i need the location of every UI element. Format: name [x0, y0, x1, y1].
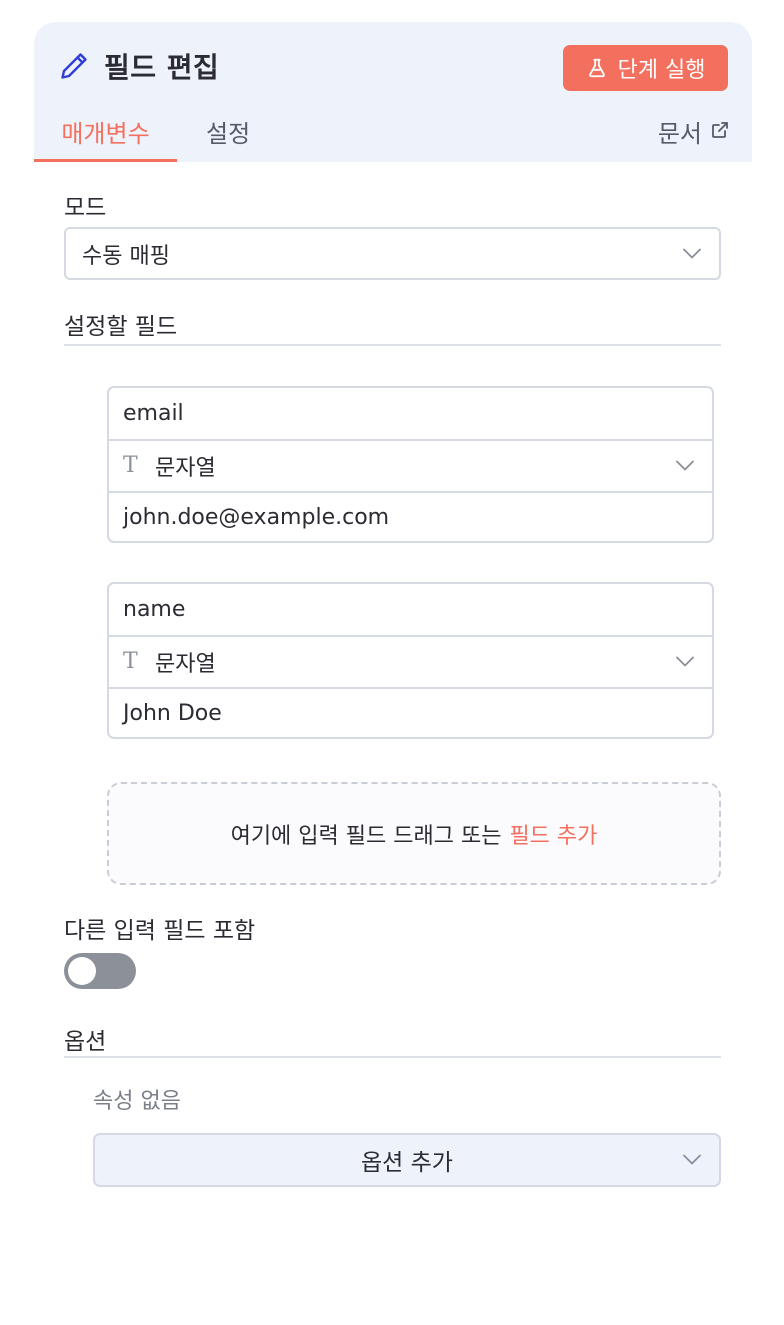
pencil-icon [61, 53, 87, 79]
docs-link[interactable]: 문서 [658, 114, 730, 149]
field-value-input[interactable]: john.doe@example.com [109, 491, 712, 541]
fields-section-divider [64, 344, 721, 346]
options-label: 옵션 [64, 1029, 107, 1055]
tab-parameters[interactable]: 매개변수 [34, 114, 177, 162]
mode-select-value: 수동 매핑 [82, 243, 170, 269]
field-card-email: email T 문자열 john.doe@example.com [107, 386, 714, 543]
mode-label: 모드 [64, 195, 107, 221]
flask-icon [588, 58, 605, 78]
fields-section-label: 설정할 필드 [64, 314, 178, 340]
field-name-input[interactable]: email [109, 388, 712, 439]
chevron-down-icon [676, 656, 694, 666]
chevron-down-icon [683, 248, 701, 258]
include-other-label: 다른 입력 필드 포함 [64, 918, 256, 944]
docs-link-label: 문서 [657, 120, 702, 148]
text-type-icon: T [123, 649, 138, 674]
include-other-toggle[interactable] [64, 953, 136, 989]
field-type-value: 문자열 [155, 651, 216, 677]
add-field-link[interactable]: 필드 추가 [509, 818, 597, 850]
options-divider [64, 1056, 721, 1058]
field-type-value: 문자열 [155, 455, 216, 481]
title-row: 필드 편집 [58, 46, 219, 86]
tab-settings[interactable]: 설정 [206, 114, 250, 162]
add-option-select[interactable]: 옵션 추가 [93, 1133, 721, 1187]
field-name-input[interactable]: name [109, 584, 712, 635]
panel-header: 필드 편집 단계 실행 매개변수 설정 문서 [34, 22, 752, 162]
field-dropzone[interactable]: 여기에 입력 필드 드래그 또는 필드 추가 [107, 782, 721, 885]
page-title: 필드 편집 [104, 51, 220, 84]
no-properties-text: 속성 없음 [93, 1089, 181, 1114]
mode-select[interactable]: 수동 매핑 [64, 227, 721, 280]
toggle-knob [68, 957, 96, 985]
chevron-down-icon [676, 460, 694, 470]
external-link-icon [712, 122, 728, 138]
add-option-label: 옵션 추가 [361, 1150, 453, 1176]
chevron-down-icon [683, 1154, 701, 1165]
text-type-icon: T [123, 453, 138, 478]
dropzone-text: 여기에 입력 필드 드래그 또는 [230, 823, 502, 849]
run-step-label: 단계 실행 [617, 58, 706, 83]
field-value-input[interactable]: John Doe [109, 687, 712, 737]
run-step-button[interactable]: 단계 실행 [563, 45, 728, 91]
field-card-name: name T 문자열 John Doe [107, 582, 714, 739]
tab-bar: 매개변수 설정 문서 [34, 114, 752, 162]
field-type-select[interactable]: T 문자열 [109, 439, 712, 490]
field-type-select[interactable]: T 문자열 [109, 635, 712, 686]
